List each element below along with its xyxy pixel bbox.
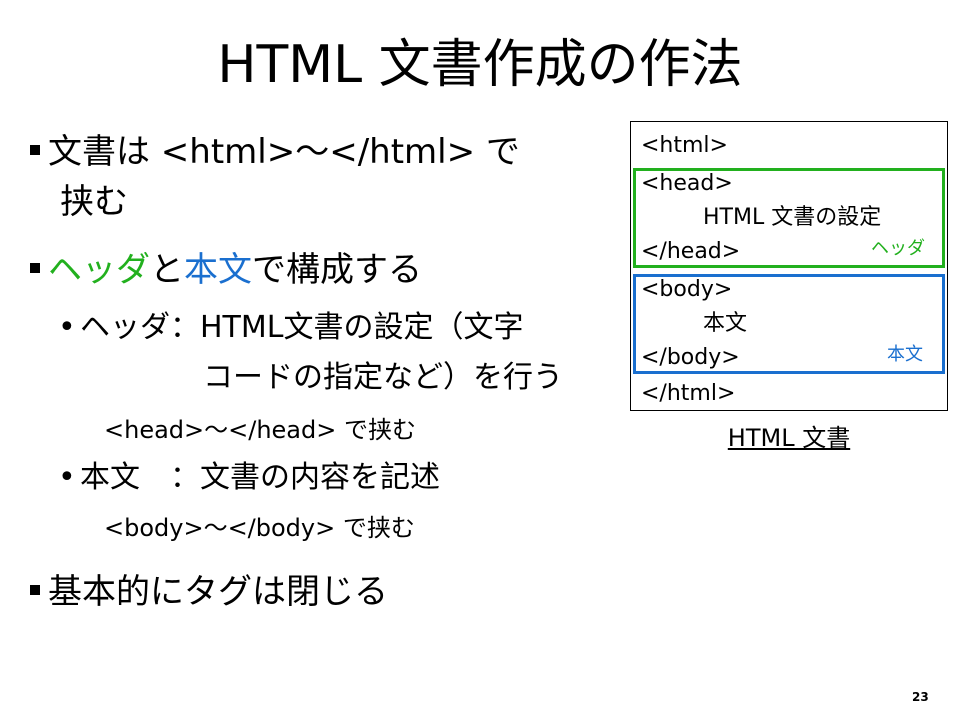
square-bullet-icon xyxy=(30,584,40,595)
bullet-2-rest: で構成する xyxy=(252,250,422,290)
body-label: 本文 xyxy=(887,344,923,365)
html-open-tag: <html> xyxy=(641,133,728,158)
sub-bullet-header-label: ヘッダ： xyxy=(80,310,200,345)
bullet-2: ヘッダと本文で構成する xyxy=(30,248,422,292)
html-structure-diagram: <html> <head> HTML 文書の設定 </head> ヘッダ <bo… xyxy=(630,121,948,411)
slide-title: HTML 文書作成の作法 xyxy=(217,35,743,95)
bullet-3: 基本的にタグは閉じる xyxy=(30,570,388,614)
head-open-tag: <head> xyxy=(641,171,733,196)
dot-bullet-icon: • xyxy=(58,310,76,345)
bullet-1-line-2: 挟む xyxy=(60,182,128,222)
sub-bullet-body-label: 本文 ： xyxy=(80,460,200,495)
diagram-caption: HTML 文書 xyxy=(727,424,851,452)
bullet-1: 文書は <html>～</html> で xyxy=(30,130,520,174)
body-content: 本文 xyxy=(703,311,748,336)
head-close-tag: </head> xyxy=(641,239,741,264)
head-content: HTML 文書の設定 xyxy=(703,205,882,230)
sub-bullet-body-text: 文書の内容を記述 xyxy=(200,460,440,495)
sub-bullet-body: • 本文 ：文書の内容を記述 xyxy=(58,458,440,498)
head-label: ヘッダ xyxy=(871,238,925,259)
sub-bullet-header-text: HTML文書の設定（文字 xyxy=(200,310,524,345)
html-close-tag: </html> xyxy=(641,381,736,406)
square-bullet-icon xyxy=(30,144,40,155)
bullet-2-body-word: 本文 xyxy=(184,250,252,290)
bullet-2-connector: と xyxy=(150,250,184,290)
head-tag-note: <head>～</head> で挟む xyxy=(104,416,416,444)
body-close-tag: </body> xyxy=(641,345,740,370)
body-tag-note: <body>～</body> で挟む xyxy=(104,514,415,542)
bullet-1-line-1: 文書は <html>～</html> で xyxy=(48,132,520,172)
bullet-3-text: 基本的にタグは閉じる xyxy=(48,572,388,612)
page-number: 23 xyxy=(912,690,929,704)
sub-bullet-header: • ヘッダ：HTML文書の設定（文字 xyxy=(58,308,523,348)
bullet-2-header-word: ヘッダ xyxy=(48,250,150,290)
sub-bullet-header-line-2: コードの指定など）を行う xyxy=(203,360,563,395)
square-bullet-icon xyxy=(30,262,40,273)
body-open-tag: <body> xyxy=(641,277,733,302)
dot-bullet-icon: • xyxy=(58,460,76,495)
